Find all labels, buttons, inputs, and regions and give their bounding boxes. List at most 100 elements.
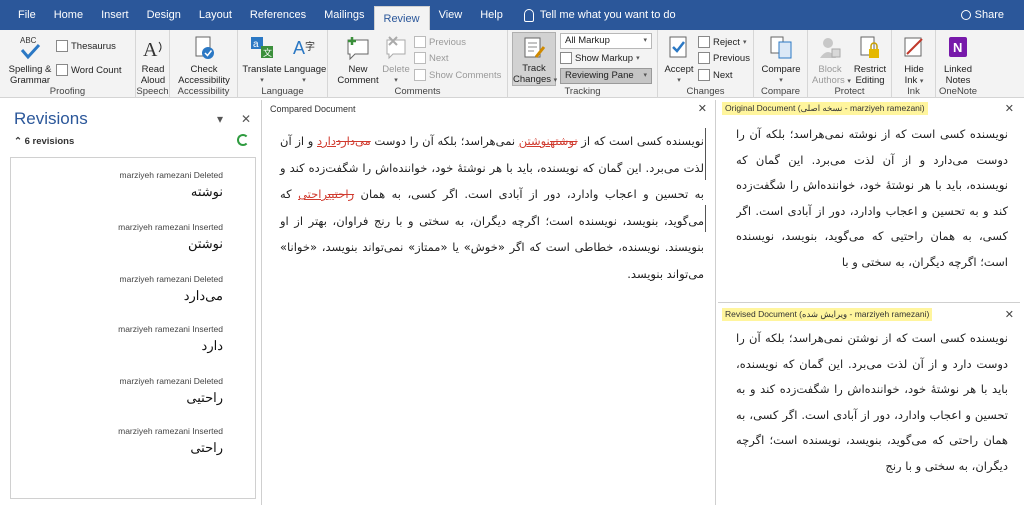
revision-meta: marziyeh ramezani Deleted — [119, 376, 223, 386]
protect-group-label: Protect — [834, 86, 865, 97]
deleted-text[interactable]: می‌دارد — [336, 134, 371, 148]
block-authors-button[interactable]: Block Authors ▾ — [812, 34, 851, 87]
new-comment-label-1: New — [348, 64, 368, 75]
word-count-icon — [56, 64, 68, 76]
next-comment-button[interactable]: Next — [414, 52, 449, 64]
revised-close-icon[interactable]: ✕ — [1005, 308, 1014, 321]
tab-insert[interactable]: Insert — [92, 0, 138, 30]
reviewing-pane-label: Reviewing Pane — [565, 70, 634, 81]
revision-text: راحتیی — [186, 390, 223, 405]
show-markup-button[interactable]: Show Markup ▾ — [560, 52, 640, 64]
revisions-options-dropdown[interactable]: ▾ — [217, 112, 223, 126]
new-comment-label-2: Comment — [337, 75, 379, 86]
show-comments-button[interactable]: Show Comments — [414, 69, 501, 81]
refresh-icon[interactable] — [237, 134, 249, 146]
compared-document-text[interactable]: نویسنده کسی است که از نوشتهنوشتن نمی‌هرا… — [280, 128, 704, 287]
read-aloud-label-1: Read — [141, 64, 165, 75]
show-markup-caret: ▾ — [636, 55, 640, 62]
person-icon — [960, 10, 971, 20]
revised-document-pane: Revised Document (ویرایش شده - marziyeh … — [718, 306, 1020, 505]
tracking-group-label: Tracking — [564, 86, 601, 97]
original-close-icon[interactable]: ✕ — [1005, 102, 1014, 115]
hide-ink-label-1: Hide — [904, 64, 924, 75]
track-changes-button[interactable]: Track Changes ▾ — [512, 32, 557, 86]
revisions-close-icon[interactable]: ✕ — [241, 112, 251, 126]
restrict-editing-label-2: Editing — [855, 75, 885, 86]
revised-document-text[interactable]: نویسنده کسی است که از نوشتن نمی‌هراسد؛ ب… — [736, 326, 1008, 504]
revisions-count[interactable]: ⌃ 6 revisions — [14, 136, 74, 147]
inserted-text[interactable]: دارد — [317, 134, 336, 148]
change-bar — [705, 128, 706, 180]
next-change-button[interactable]: Next — [698, 69, 733, 81]
spelling-label-1: Spelling & — [8, 64, 52, 75]
new-comment-button[interactable]: New Comment — [336, 34, 380, 86]
word-count-label: Word Count — [71, 64, 122, 76]
check-accessibility-button[interactable]: Check Accessibility — [174, 34, 234, 86]
accept-button[interactable]: Accept ▾ — [662, 34, 696, 86]
hide-ink-label-2: Ink — [904, 75, 918, 86]
group-speech: A Read Aloud Speech — [136, 30, 170, 98]
inserted-text[interactable]: نوشتن — [519, 134, 550, 148]
inserted-text[interactable]: راحتی — [298, 187, 328, 201]
speech-group-label: Speech — [136, 86, 169, 97]
hide-ink-button[interactable]: Hide Ink ▾ — [896, 34, 932, 87]
compared-close-icon[interactable]: ✕ — [698, 102, 707, 115]
group-proofing: ABC Spelling & Grammar Thesaurus Word Co… — [0, 30, 136, 98]
revision-text: نوشته — [190, 184, 223, 199]
tab-design[interactable]: Design — [138, 0, 190, 30]
reject-caret: ▾ — [742, 39, 747, 46]
share-button[interactable]: Share — [960, 0, 1004, 30]
deleted-text[interactable]: راحتیی — [328, 187, 354, 201]
previous-change-button[interactable]: Previous — [698, 52, 750, 64]
translate-dropdown-caret: ▾ — [260, 77, 264, 84]
translate-button[interactable]: a 文 Translate ▾ — [242, 34, 282, 86]
revision-item[interactable]: marziyeh ramezani Inserted نوشتن — [118, 222, 223, 252]
reject-button[interactable]: Reject ▾ — [698, 36, 746, 48]
revision-item[interactable]: marziyeh ramezani Deleted نوشته — [120, 170, 223, 200]
hide-ink-icon — [904, 37, 923, 57]
compared-text-run: نویسنده کسی است که از — [577, 134, 704, 148]
tab-file[interactable]: File — [0, 0, 45, 30]
tell-me-search[interactable]: Tell me what you want to do — [523, 8, 676, 22]
tab-help[interactable]: Help — [471, 0, 512, 30]
revision-text: راحتی — [190, 440, 223, 455]
delete-comment-icon — [386, 36, 406, 60]
accept-icon — [669, 36, 687, 58]
collapse-chevron-icon: ⌃ — [14, 136, 22, 147]
read-aloud-button[interactable]: A Read Aloud — [138, 34, 168, 86]
revision-item[interactable]: marziyeh ramezani Inserted دارد — [118, 324, 223, 354]
revision-item[interactable]: marziyeh ramezani Deleted می‌دارد — [120, 274, 223, 304]
tab-home[interactable]: Home — [45, 0, 92, 30]
tab-view[interactable]: View — [430, 0, 472, 30]
original-document-pane: Original Document (نسخه اصلی - marziyeh … — [718, 100, 1020, 303]
previous-comment-button[interactable]: Previous — [414, 36, 466, 48]
read-aloud-label-2: Aloud — [140, 75, 166, 86]
spelling-label-2: Grammar — [9, 75, 51, 86]
restrict-editing-label-1: Restrict — [853, 64, 887, 75]
reject-label: Reject — [713, 36, 740, 48]
restrict-editing-button[interactable]: Restrict Editing — [850, 34, 890, 86]
revision-item[interactable]: marziyeh ramezani Inserted راحتی — [118, 426, 223, 456]
tab-layout[interactable]: Layout — [190, 0, 241, 30]
block-authors-label-1: Block — [818, 64, 842, 75]
markup-display-select[interactable]: All Markup ▾ — [560, 33, 652, 49]
tab-references[interactable]: References — [241, 0, 315, 30]
revision-text: نوشتن — [187, 236, 223, 251]
revision-item[interactable]: marziyeh ramezani Deleted راحتیی — [120, 376, 223, 406]
deleted-text[interactable]: نوشته — [550, 134, 578, 148]
language-button[interactable]: A 字 Language ▾ — [284, 34, 326, 86]
revision-meta: marziyeh ramezani Deleted — [119, 274, 223, 284]
tab-review[interactable]: Review — [373, 6, 430, 30]
block-authors-icon — [820, 38, 841, 58]
linked-notes-button[interactable]: N Linked Notes — [940, 34, 976, 86]
compare-button[interactable]: Compare ▾ — [758, 34, 804, 86]
original-document-text[interactable]: نویسنده کسی است که از نوشته نمی‌هراسد؛ ب… — [736, 122, 1008, 298]
delete-comment-button[interactable]: Delete ▾ — [382, 34, 410, 86]
thesaurus-button[interactable]: Thesaurus — [56, 40, 116, 52]
word-count-button[interactable]: Word Count — [56, 64, 122, 76]
revised-document-header: Revised Document (ویرایش شده - marziyeh … — [722, 308, 933, 321]
spelling-grammar-button[interactable]: ABC Spelling & Grammar — [6, 34, 54, 86]
reviewing-pane-button[interactable]: Reviewing Pane ▾ — [560, 68, 652, 84]
tab-mailings[interactable]: Mailings — [315, 0, 373, 30]
original-document-header: Original Document (نسخه اصلی - marziyeh … — [722, 102, 928, 115]
